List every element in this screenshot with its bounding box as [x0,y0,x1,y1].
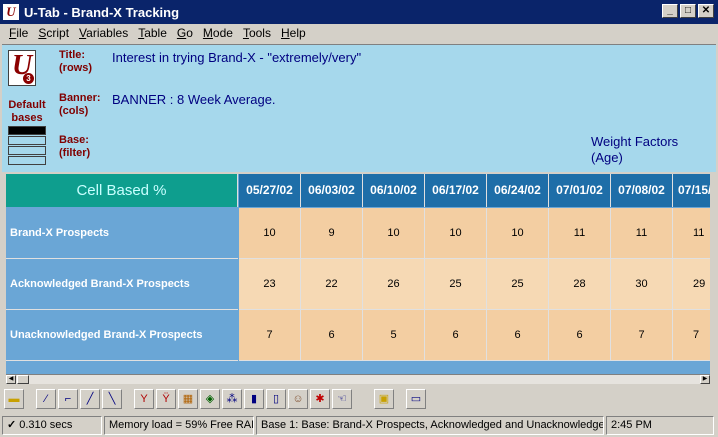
bar-chart-icon[interactable]: ▮ [244,389,264,409]
column-header[interactable]: 05/27/02 [239,174,301,207]
table-cell[interactable]: 25 [487,259,549,310]
default-base-3[interactable] [8,146,46,155]
check-icon: ✓ [7,419,17,431]
table-cell[interactable]: 6 [487,310,549,361]
row-header[interactable]: Unacknowledged Brand-X Prospects [6,310,238,361]
column-header[interactable]: 06/17/02 [425,174,487,207]
chart-line-2-icon[interactable]: ⌐ [58,389,78,409]
default-bases-label: Default bases [8,99,46,124]
menu-bar: File Script Variables Table Go Mode Tool… [0,24,718,42]
table-cell[interactable]: 25 [425,259,487,310]
table-cell[interactable]: 6 [425,310,487,361]
default-base-2[interactable] [8,136,46,145]
u3-logo-icon: U 3 [8,50,36,86]
weight-factors[interactable]: Weight Factors (Age) [591,134,678,166]
status-clock: 2:45 PM [606,416,714,435]
menu-mode[interactable]: Mode [198,26,238,40]
filter-2-icon[interactable]: Ÿ [156,389,176,409]
star-icon[interactable]: ✱ [310,389,330,409]
table-cell[interactable]: 11 [549,208,611,259]
chart-line-1-icon[interactable]: ⁄ [36,389,56,409]
table-cell[interactable]: 7 [239,310,301,361]
menu-script[interactable]: Script [33,26,74,40]
print-icon[interactable]: ▭ [406,389,426,409]
row-header[interactable]: Brand-X Prospects [6,208,238,259]
filter-1-icon[interactable]: Y [134,389,154,409]
results-grid: Cell Based % 05/27/02 06/03/02 06/10/02 … [6,174,710,374]
menu-variables[interactable]: Variables [74,26,133,40]
table-spec-panel: U 3 Default bases Title: (rows) Interest… [2,44,716,172]
menu-go[interactable]: Go [172,26,198,40]
scatter-icon[interactable]: ⁂ [222,389,242,409]
table-cell[interactable]: 28 [549,259,611,310]
toolbar: ▬ ⁄ ⌐ ╱ ╲ Y Ÿ ▦ ◈ ⁂ ▮ ▯ ☺ ✱ ☜ ▣ ▭ [0,386,718,412]
window-controls: _ □ ✕ [662,4,714,18]
status-time-taken: ✓ 0.310 secs [2,416,102,435]
open-folder-icon[interactable]: ▬ [4,389,24,409]
table-cell[interactable]: 7 [673,310,710,361]
palette-icon[interactable]: ◈ [200,389,220,409]
settings-hand-icon[interactable]: ☜ [332,389,352,409]
default-base-4[interactable] [8,156,46,165]
people-icon[interactable]: ☺ [288,389,308,409]
table-cell[interactable]: 29 [673,259,710,310]
close-button[interactable]: ✕ [698,4,714,18]
status-memory: Memory load = 59% Free RAM [104,416,254,435]
chart-line-3-icon[interactable]: ╱ [80,389,100,409]
scroll-right-arrow-icon[interactable]: ▶ [700,375,710,384]
window-title: U-Tab - Brand-X Tracking [24,4,180,20]
title-bar[interactable]: U U-Tab - Brand-X Tracking _ □ ✕ [0,0,718,24]
scroll-thumb[interactable] [17,375,29,384]
menu-tools[interactable]: Tools [238,26,276,40]
title-label: Title: (rows) [59,49,92,74]
column-header[interactable]: 07/15/02 [673,174,710,207]
table-cell[interactable]: 30 [611,259,673,310]
grid-table-icon[interactable]: ▦ [178,389,198,409]
base-label: Base: (filter) [59,134,91,159]
column-header[interactable]: 06/10/02 [363,174,425,207]
status-base: Base 1: Base: Brand-X Prospects, Acknowl… [256,416,604,435]
table-cell[interactable]: 10 [487,208,549,259]
table-cell[interactable]: 9 [301,208,363,259]
table-cell[interactable]: 5 [363,310,425,361]
table-cell[interactable]: 11 [611,208,673,259]
table-cell[interactable]: 6 [549,310,611,361]
column-header[interactable]: 07/08/02 [611,174,673,207]
grid-corner-label: Cell Based % [6,174,238,207]
app-logo-icon[interactable]: U [3,4,19,20]
row-header[interactable]: Acknowledged Brand-X Prospects [6,259,238,310]
menu-file[interactable]: File [4,26,33,40]
status-bar: ✓ 0.310 secs Memory load = 59% Free RAM B… [0,414,718,437]
table-cell[interactable]: 7 [611,310,673,361]
table-cell[interactable]: 10 [363,208,425,259]
column-header[interactable]: 06/03/02 [301,174,363,207]
menu-table[interactable]: Table [133,26,172,40]
export-icon[interactable]: ▣ [374,389,394,409]
table-cell[interactable]: 26 [363,259,425,310]
bar-chart-2-icon[interactable]: ▯ [266,389,286,409]
table-cell[interactable]: 10 [425,208,487,259]
chart-line-4-icon[interactable]: ╲ [102,389,122,409]
default-base-1[interactable] [8,126,46,135]
table-cell[interactable]: 6 [301,310,363,361]
table-cell[interactable]: 22 [301,259,363,310]
banner-value[interactable]: BANNER : 8 Week Average. [112,92,276,107]
scroll-left-arrow-icon[interactable]: ◀ [6,375,16,384]
column-header[interactable]: 07/01/02 [549,174,611,207]
table-cell[interactable]: 23 [239,259,301,310]
minimize-button[interactable]: _ [662,4,678,18]
table-cell[interactable]: 10 [239,208,301,259]
horizontal-scrollbar[interactable]: ◀ ▶ [6,374,710,384]
column-header[interactable]: 06/24/02 [487,174,549,207]
maximize-button[interactable]: □ [680,4,696,18]
title-value[interactable]: Interest in trying Brand-X - "extremely/… [112,50,361,65]
banner-label: Banner: (cols) [59,92,101,117]
menu-help[interactable]: Help [276,26,311,40]
table-cell[interactable]: 11 [673,208,710,259]
